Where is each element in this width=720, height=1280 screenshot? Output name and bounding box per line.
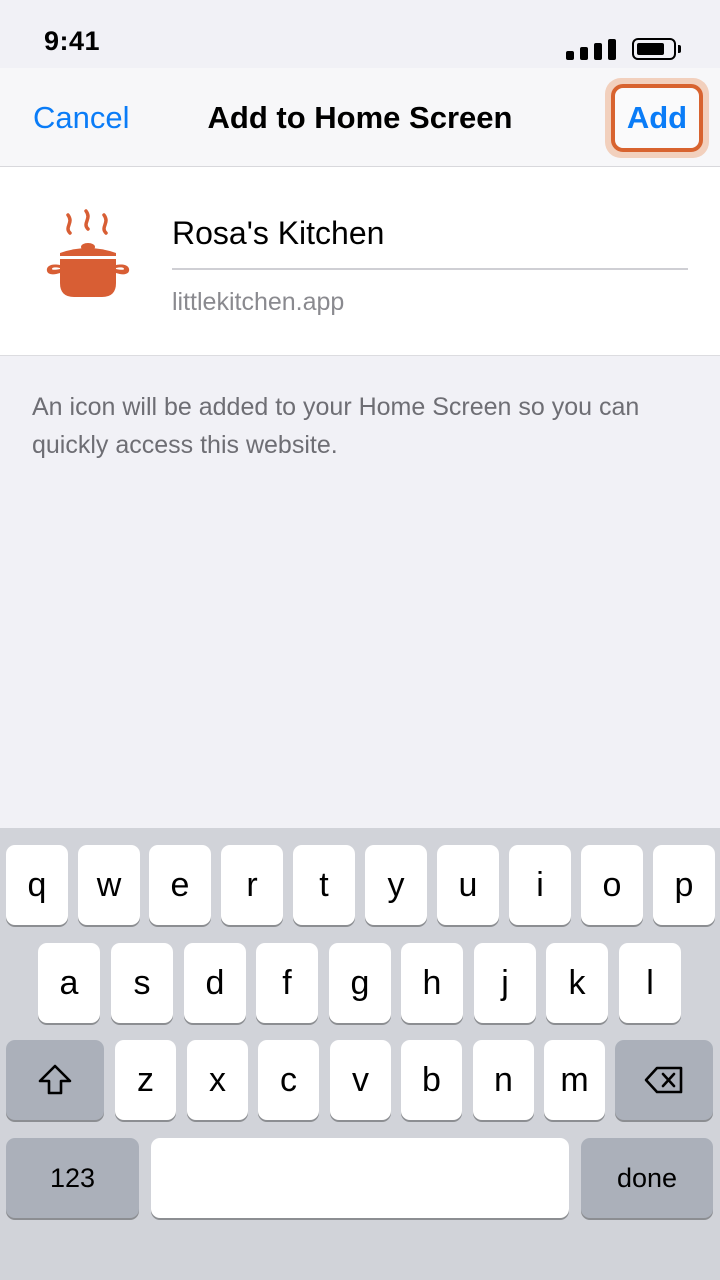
space-key[interactable] [151, 1138, 569, 1218]
numbers-key[interactable]: 123 [6, 1138, 139, 1218]
info-description: An icon will be added to your Home Scree… [32, 393, 640, 459]
key-f[interactable]: f [256, 943, 318, 1023]
home-screen-form: littlekitchen.app [0, 167, 720, 356]
key-j[interactable]: j [474, 943, 536, 1023]
key-x[interactable]: x [187, 1040, 248, 1120]
keyboard: q w e r t y u i o p a s d f g h j k l z … [0, 828, 720, 1280]
key-k[interactable]: k [546, 943, 608, 1023]
key-g[interactable]: g [329, 943, 391, 1023]
site-url: littlekitchen.app [172, 288, 345, 316]
key-v[interactable]: v [330, 1040, 391, 1120]
cooking-pot-icon [46, 209, 130, 297]
key-c[interactable]: c [258, 1040, 319, 1120]
key-t[interactable]: t [293, 845, 355, 925]
shift-key[interactable] [6, 1040, 104, 1120]
delete-key[interactable] [615, 1040, 713, 1120]
key-u[interactable]: u [437, 845, 499, 925]
key-d[interactable]: d [184, 943, 246, 1023]
key-m[interactable]: m [544, 1040, 605, 1120]
backspace-icon [644, 1066, 683, 1094]
key-b[interactable]: b [401, 1040, 462, 1120]
battery-icon [632, 38, 681, 60]
add-button[interactable]: Add [611, 84, 703, 152]
done-key[interactable]: done [581, 1138, 713, 1218]
key-s[interactable]: s [111, 943, 173, 1023]
key-a[interactable]: a [38, 943, 100, 1023]
nav-bar: Cancel Add to Home Screen Add [0, 68, 720, 167]
key-y[interactable]: y [365, 845, 427, 925]
shift-icon [38, 1064, 72, 1095]
key-n[interactable]: n [473, 1040, 534, 1120]
signal-strength-icon [566, 38, 618, 60]
key-q[interactable]: q [6, 845, 68, 925]
status-bar: 9:41 [0, 0, 720, 68]
add-button-highlight: Add [605, 78, 709, 158]
key-h[interactable]: h [401, 943, 463, 1023]
status-time: 9:41 [44, 26, 101, 56]
site-name-field[interactable] [172, 212, 688, 254]
key-o[interactable]: o [581, 845, 643, 925]
key-r[interactable]: r [221, 845, 283, 925]
key-i[interactable]: i [509, 845, 571, 925]
key-e[interactable]: e [149, 845, 211, 925]
field-divider [172, 268, 688, 270]
key-l[interactable]: l [619, 943, 681, 1023]
key-z[interactable]: z [115, 1040, 176, 1120]
key-w[interactable]: w [78, 845, 140, 925]
key-p[interactable]: p [653, 845, 715, 925]
